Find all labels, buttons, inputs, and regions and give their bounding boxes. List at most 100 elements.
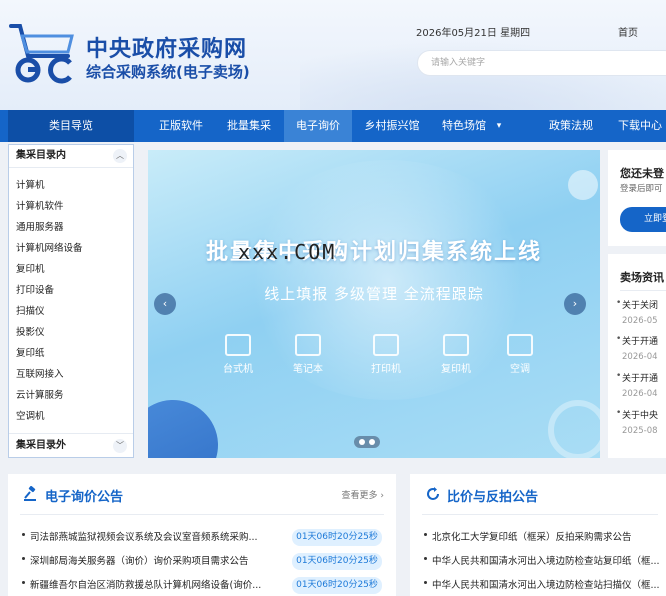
printer-icon: 打印机 — [356, 334, 416, 375]
site-title[interactable]: 中央政府采购网 — [86, 31, 247, 63]
news-item-date: 2026-04 — [622, 352, 658, 362]
sidebar-item[interactable]: 打印设备 — [9, 280, 133, 301]
news-item[interactable]: 关于关闭 2026-05 — [622, 298, 666, 326]
countdown-badge: 01天06时20分25秒 — [292, 529, 382, 546]
bidding-title: 比价与反拍公告 — [447, 490, 539, 505]
sidebar-divider — [9, 433, 133, 434]
carousel-dot[interactable] — [359, 439, 365, 445]
carousel-prev-icon[interactable]: ‹ — [154, 293, 176, 315]
copier-icon: 复印机 — [426, 334, 486, 375]
news-item-title[interactable]: 关于开通 — [622, 334, 666, 347]
current-date: 2026年05月21日 星期四 — [416, 28, 531, 39]
banner-subtitle: 线上填报 多级管理 全流程跟踪 — [264, 285, 484, 303]
sidebar-item[interactable]: 互联网接入 — [9, 364, 133, 385]
sidebar-outer-header[interactable]: 集采目录外 ﹀ — [9, 435, 133, 457]
carousel-dot[interactable] — [369, 439, 375, 445]
panel-divider — [422, 514, 658, 515]
sidebar-item[interactable]: 扫描仪 — [9, 301, 133, 322]
air-conditioner-icon: 空调 — [490, 334, 550, 375]
chevron-down-icon[interactable]: ﹀ — [113, 439, 127, 453]
nav-item-bulk-purchase[interactable]: 批量集采 — [218, 110, 280, 142]
gc-logo-icon — [9, 24, 74, 84]
news-card: 卖场资讯 关于关闭 2026-05 关于开通 2026-04 关于开通 2026… — [608, 254, 666, 458]
chevron-down-icon[interactable]: ▾ — [492, 110, 506, 142]
news-item-title[interactable]: 关于关闭 — [622, 298, 666, 311]
panel-divider — [20, 514, 384, 515]
nav-item-e-inquiry[interactable]: 电子询价 — [284, 110, 352, 142]
news-item-date: 2025-08 — [622, 426, 658, 436]
sidebar-item[interactable]: 计算机 — [9, 175, 133, 196]
carousel-dots — [354, 436, 380, 448]
news-item[interactable]: 关于开通 2026-04 — [622, 371, 666, 399]
sidebar-item[interactable]: 计算机软件 — [9, 196, 133, 217]
site-header: 中央政府采购网 综合采购系统(电子卖场) 2026年05月21日 星期四 首页 — [0, 0, 666, 110]
list-item[interactable]: 中华人民共和国清水河出入境边防检查站扫描仪（框... — [424, 578, 660, 594]
search-input[interactable] — [417, 50, 666, 76]
inquiry-item-title[interactable]: 深圳邮局海关服务器（询价）询价采购项目需求公告 — [30, 554, 249, 570]
banner-icon-label: 复印机 — [441, 364, 471, 375]
category-nav-button[interactable]: 类目导览 — [8, 110, 134, 142]
news-item-date: 2026-04 — [622, 389, 658, 399]
login-description: 登录后即可 — [620, 184, 663, 194]
sidebar-outer-title: 集采目录外 — [16, 440, 66, 451]
banner-decoration — [568, 170, 598, 200]
sidebar-inner-header[interactable]: 集采目录内 ︿ — [9, 145, 133, 167]
banner-decoration — [548, 400, 600, 458]
banner-icon-row: 台式机 笔记本 打印机 复印机 空调 — [208, 334, 568, 384]
sidebar-inner-title: 集采目录内 — [16, 150, 66, 161]
countdown-badge: 01天06时20分25秒 — [292, 577, 382, 594]
nav-item-download[interactable]: 下载中心 — [610, 110, 666, 142]
banner-carousel[interactable]: 批量集中采购计划归集系统上线 xxx.COM 线上填报 多级管理 全流程跟踪 台… — [148, 150, 600, 458]
banner-icon-label: 空调 — [510, 364, 530, 375]
site-subtitle: 综合采购系统(电子卖场) — [86, 63, 250, 81]
banner-leaf-decoration — [148, 387, 231, 458]
news-title: 卖场资讯 — [620, 271, 664, 284]
inquiry-item-title[interactable]: 新疆维吾尔自治区消防救援总队计算机网络设备(询价... — [30, 578, 261, 594]
list-item[interactable]: 中华人民共和国清水河出入境边防检查站复印纸（框... — [424, 554, 660, 570]
list-item[interactable]: 新疆维吾尔自治区消防救援总队计算机网络设备(询价... 01天06时20分25秒 — [22, 577, 382, 594]
news-item[interactable]: 关于开通 2026-04 — [622, 334, 666, 362]
news-item[interactable]: 关于中央 2025-08 — [622, 408, 666, 436]
category-sidebar: 集采目录内 ︿ 计算机 计算机软件 通用服务器 计算机网络设备 复印机 打印设备… — [8, 144, 134, 458]
banner-title: 批量集中采购计划归集系统上线 — [205, 240, 542, 265]
sidebar-item[interactable]: 空调机 — [9, 406, 133, 427]
news-item-title[interactable]: 关于中央 — [622, 408, 666, 421]
banner-icon-label: 打印机 — [371, 364, 401, 375]
bidding-item-title[interactable]: 中华人民共和国清水河出入境边防检查站扫描仪（框... — [432, 578, 660, 594]
inquiry-item-title[interactable]: 司法部燕城监狱视频会议系统及会议室音频系统采购... — [30, 530, 258, 546]
countdown-badge: 01天06时20分25秒 — [292, 553, 382, 570]
desktop-icon: 台式机 — [208, 334, 268, 375]
gavel-icon — [24, 486, 36, 501]
carousel-next-icon[interactable]: › — [564, 293, 586, 315]
home-link[interactable]: 首页 — [618, 24, 638, 39]
refresh-price-icon — [427, 487, 439, 500]
login-title: 您还未登 — [620, 167, 664, 180]
bidding-item-title[interactable]: 中华人民共和国清水河出入境边防检查站复印纸（框... — [432, 554, 660, 570]
view-more-link[interactable]: 查看更多 › — [342, 488, 384, 501]
sidebar-item[interactable]: 计算机网络设备 — [9, 238, 133, 259]
sidebar-item[interactable]: 云计算服务 — [9, 385, 133, 406]
list-item[interactable]: 深圳邮局海关服务器（询价）询价采购项目需求公告 01天06时20分25秒 — [22, 553, 382, 570]
sidebar-item[interactable]: 投影仪 — [9, 322, 133, 343]
sidebar-item[interactable]: 复印机 — [9, 259, 133, 280]
banner-icon-label: 台式机 — [223, 364, 253, 375]
nav-item-featured-pavilion[interactable]: 特色场馆 — [436, 110, 492, 142]
main-nav: 类目导览 正版软件 批量集采 电子询价 乡村振兴馆 特色场馆 ▾ 政策法规 下载… — [0, 110, 666, 142]
bidding-panel: 比价与反拍公告 北京化工大学复印纸（框采）反拍采购需求公告 中华人民共和国清水河… — [410, 474, 666, 596]
sidebar-item[interactable]: 通用服务器 — [9, 217, 133, 238]
chevron-up-icon[interactable]: ︿ — [113, 149, 127, 163]
list-item[interactable]: 司法部燕城监狱视频会议系统及会议室音频系统采购... 01天06时20分25秒 — [22, 529, 382, 546]
nav-item-rural-pavilion[interactable]: 乡村振兴馆 — [356, 110, 428, 142]
login-button[interactable]: 立即登 — [620, 207, 666, 232]
nav-item-genuine-software[interactable]: 正版软件 — [150, 110, 212, 142]
nav-item-policy[interactable]: 政策法规 — [540, 110, 602, 142]
news-item-title[interactable]: 关于开通 — [622, 371, 666, 384]
list-item[interactable]: 北京化工大学复印纸（框采）反拍采购需求公告 — [424, 530, 632, 546]
bidding-item-title[interactable]: 北京化工大学复印纸（框采）反拍采购需求公告 — [432, 530, 632, 546]
sidebar-divider — [9, 167, 133, 168]
inquiry-panel: 电子询价公告 查看更多 › 司法部燕城监狱视频会议系统及会议室音频系统采购...… — [8, 474, 396, 596]
banner-icon-label: 笔记本 — [293, 364, 323, 375]
news-item-date: 2026-05 — [622, 316, 658, 326]
sidebar-item[interactable]: 复印纸 — [9, 343, 133, 364]
news-divider — [620, 290, 666, 291]
